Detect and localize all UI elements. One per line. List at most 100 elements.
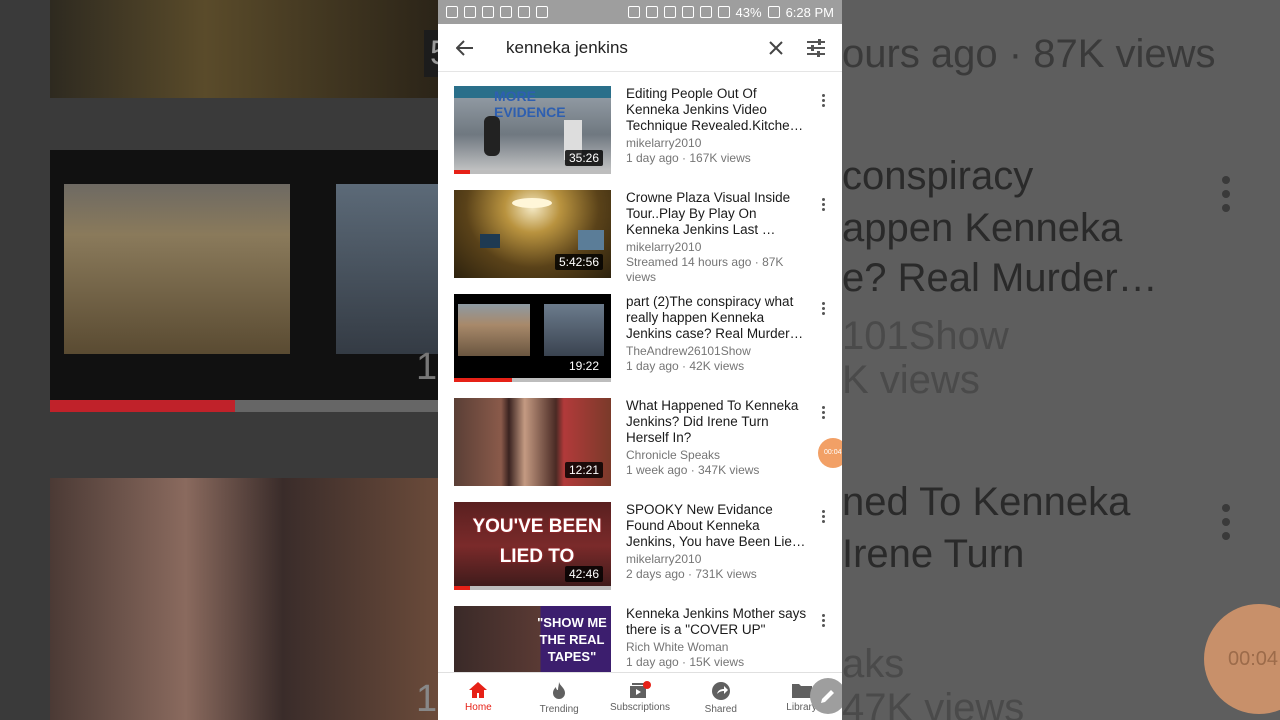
tab-subscriptions[interactable]: Subscriptions — [600, 673, 681, 720]
video-duration: 42:46 — [564, 566, 603, 582]
backdrop-kebab-icon — [1222, 176, 1230, 218]
result-item[interactable]: MORE EVIDENCE 35:26 Editing People Out O… — [438, 72, 842, 176]
battery-icon — [767, 6, 780, 18]
video-meta: SPOOKY New Evidance Found About Kenneka … — [626, 502, 810, 582]
channel-name: mikelarry2010 — [626, 240, 702, 254]
video-title[interactable]: What Happened To Kenneka Jenkins? Did Ir… — [626, 398, 810, 446]
system-icons: 43% 6:28 PM — [627, 4, 834, 20]
video-title[interactable]: Editing People Out Of Kenneka Jenkins Vi… — [626, 86, 810, 134]
backdrop-text: aks — [842, 642, 905, 686]
more-options-icon[interactable] — [822, 406, 826, 421]
more-options-icon[interactable] — [822, 614, 826, 629]
wifi-icon — [699, 6, 712, 18]
result-item[interactable]: "SHOW ME THE REAL TAPES" Kenneka Jenkins… — [438, 592, 842, 672]
screen-recorder-draw-button[interactable] — [810, 678, 842, 714]
backdrop-text: 47K views — [842, 686, 1025, 720]
channel-name: TheAndrew26101Show — [626, 344, 751, 358]
video-thumbnail[interactable]: YOU'VE BEEN LIED TO 42:46 — [454, 502, 611, 590]
channel-name: mikelarry2010 — [626, 552, 702, 566]
search-query-input[interactable]: kenneka jenkins — [506, 38, 750, 58]
search-bar: kenneka jenkins — [438, 24, 842, 72]
notification-icon — [464, 6, 476, 18]
thumbnail-caption: MORE EVIDENCE — [494, 88, 566, 120]
watch-progress-fill — [454, 170, 470, 174]
backdrop-text: conspiracy — [842, 154, 1034, 198]
home-icon — [469, 682, 488, 698]
video-thumbnail[interactable]: 19:22 — [454, 294, 611, 382]
tab-label: Shared — [704, 704, 737, 715]
back-button[interactable] — [450, 33, 480, 63]
clear-search-button[interactable] — [762, 34, 790, 62]
backdrop-digit: 1 — [416, 678, 438, 720]
video-duration: 35:26 — [564, 150, 603, 166]
backdrop-hallway-image — [336, 184, 438, 354]
watch-progress-bar — [454, 170, 611, 174]
thumbnail-ceiling-light — [512, 198, 552, 208]
pencil-icon — [821, 690, 834, 703]
backdrop-kebab-icon — [1222, 504, 1230, 546]
clock: 6:28 PM — [785, 4, 834, 20]
alarm-icon — [663, 6, 676, 18]
tab-shared[interactable]: Shared — [680, 673, 761, 720]
video-thumbnail[interactable]: 12:21 — [454, 398, 611, 486]
backdrop-digit: 1 — [416, 346, 438, 388]
filter-button[interactable] — [802, 34, 830, 62]
status-bar: 43% 6:28 PM — [438, 0, 842, 24]
flame-icon — [553, 682, 566, 699]
backdrop-text: ours ago · 87K views — [842, 32, 1216, 76]
backdrop-progress-bar — [50, 400, 438, 412]
thumbnail-left-frame — [458, 304, 530, 356]
backdrop-thumbnail-3: 1 — [50, 478, 438, 720]
video-meta: What Happened To Kenneka Jenkins? Did Ir… — [626, 398, 810, 478]
video-stats: 1 day ago · 15K views — [626, 655, 745, 669]
share-icon — [711, 682, 730, 700]
backdrop-text: appen Kenneka — [842, 206, 1123, 250]
result-item[interactable]: 12:21 What Happened To Kenneka Jenkins? … — [438, 384, 842, 488]
tab-home[interactable]: Home — [438, 673, 519, 720]
watch-progress-fill — [454, 586, 470, 590]
video-thumbnail[interactable]: 5:42:56 — [454, 190, 611, 278]
video-meta: part (2)The conspiracy what really happe… — [626, 294, 810, 374]
video-stats: 2 days ago · 731K views — [626, 567, 757, 581]
cast-icon — [627, 6, 640, 18]
close-icon — [769, 40, 783, 55]
result-item[interactable]: 5:42:56 Crowne Plaza Visual Inside Tour.… — [438, 176, 842, 284]
video-title[interactable]: SPOOKY New Evidance Found About Kenneka … — [626, 502, 810, 550]
search-results-list: MORE EVIDENCE 35:26 Editing People Out O… — [438, 72, 842, 672]
video-thumbnail[interactable]: MORE EVIDENCE 35:26 — [454, 86, 611, 174]
backdrop-duration: 5:4 — [424, 30, 438, 77]
screen-recording-frame: 5:4 1 1 ours ago · 87K views conspiracy … — [0, 0, 1280, 720]
video-title[interactable]: Kenneka Jenkins Mother says there is a "… — [626, 606, 810, 638]
video-title[interactable]: Crowne Plaza Visual Inside Tour..Play By… — [626, 190, 810, 238]
notification-icon — [482, 6, 494, 18]
tab-label: Trending — [539, 704, 579, 715]
backdrop-text: Irene Turn — [842, 532, 1025, 576]
more-options-icon[interactable] — [822, 510, 826, 525]
video-thumbnail[interactable]: "SHOW ME THE REAL TAPES" — [454, 606, 611, 672]
backdrop-text: e? Real Murder… — [842, 256, 1158, 300]
thumbnail-right-frame — [544, 304, 604, 356]
watch-progress-bar — [454, 378, 611, 382]
channel-name: Rich White Woman — [626, 640, 729, 654]
signal-icon — [717, 6, 730, 18]
more-options-icon[interactable] — [822, 198, 826, 213]
result-item[interactable]: 19:22 part (2)The conspiracy what really… — [438, 280, 842, 384]
result-item[interactable]: YOU'VE BEEN LIED TO 42:46 SPOOKY New Evi… — [438, 488, 842, 592]
notification-icon — [500, 6, 512, 18]
backdrop-recorder-bubble: 00:04 — [1204, 604, 1280, 714]
channel-name: Chronicle Speaks — [626, 448, 721, 462]
notification-icons — [446, 6, 548, 18]
thumbnail-caption: YOU'VE BEEN LIED TO — [472, 516, 602, 567]
video-duration: 19:22 — [564, 358, 603, 374]
screen-recorder-bubble[interactable]: 00:04 — [818, 438, 842, 468]
more-options-icon[interactable] — [822, 94, 826, 109]
subscriptions-icon — [629, 681, 651, 698]
vibrate-icon — [681, 6, 694, 18]
watch-progress-fill — [454, 378, 513, 382]
backdrop-text: 101Show — [842, 314, 1009, 358]
more-options-icon[interactable] — [822, 302, 826, 317]
video-title[interactable]: part (2)The conspiracy what really happe… — [626, 294, 810, 342]
arrow-left-icon — [456, 39, 473, 56]
notification-icon — [536, 6, 548, 18]
tab-trending[interactable]: Trending — [519, 673, 600, 720]
